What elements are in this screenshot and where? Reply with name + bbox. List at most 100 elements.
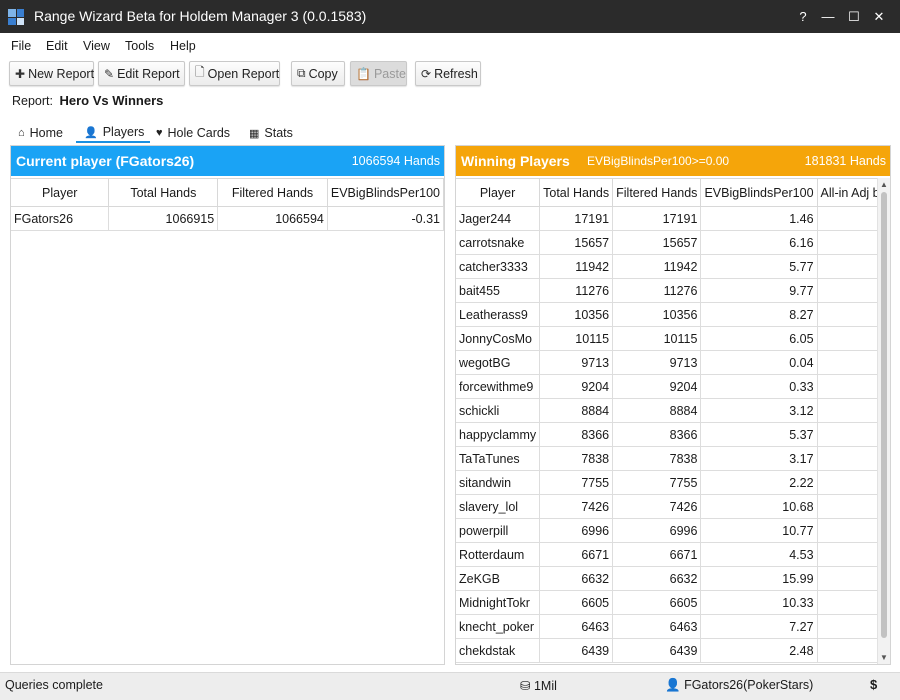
help-button[interactable]: ? bbox=[790, 0, 816, 33]
column-header[interactable]: Player bbox=[456, 178, 541, 207]
stat-cell: 7755 bbox=[539, 470, 614, 495]
stat-cell: 10356 bbox=[539, 302, 614, 327]
stat-cell: 4.53 bbox=[700, 542, 818, 567]
table-row[interactable]: JonnyCosMo10115101156.056.05 bbox=[456, 326, 890, 351]
minimize-button[interactable]: — bbox=[815, 0, 841, 33]
player-name-cell: Leatherass9 bbox=[456, 302, 541, 327]
tab-stats[interactable]: ▦ Stats bbox=[249, 123, 293, 143]
table-row[interactable]: chekdstak643964392.482.48 bbox=[456, 638, 890, 663]
stat-cell: 3.12 bbox=[700, 398, 818, 423]
table-row[interactable]: carrotsnake15657156576.166.16 bbox=[456, 230, 890, 255]
dollar-icon[interactable]: $ bbox=[870, 677, 877, 692]
player-name-cell: forcewithme9 bbox=[456, 374, 541, 399]
tab-players[interactable]: 👤 Players bbox=[76, 123, 151, 143]
edit-report-label: Edit Report bbox=[117, 66, 180, 81]
table-icon: ▦ bbox=[249, 127, 260, 140]
stat-cell: -0.31 bbox=[327, 206, 444, 231]
player-name-cell: knecht_poker bbox=[456, 614, 541, 639]
stat-cell: 7.27 bbox=[700, 614, 818, 639]
new-report-button[interactable]: ✚ New Report bbox=[9, 61, 94, 86]
table-row[interactable]: sitandwin775577552.222.22 bbox=[456, 470, 890, 495]
stat-cell: 10115 bbox=[539, 326, 614, 351]
table-row[interactable]: slavery_lol7426742610.6810.68 bbox=[456, 494, 890, 519]
stat-cell: 9204 bbox=[612, 374, 702, 399]
stat-cell: 7426 bbox=[539, 494, 614, 519]
scroll-down-icon[interactable]: ▼ bbox=[878, 653, 890, 662]
table-row[interactable]: FGators26 1066915 1066594 -0.31 bbox=[11, 206, 444, 231]
table-row[interactable]: knecht_poker646364637.277.27 bbox=[456, 614, 890, 639]
menu-bar: File Edit View Tools Help bbox=[0, 34, 900, 58]
table-row[interactable]: powerpill6996699610.7710.77 bbox=[456, 518, 890, 543]
table-row[interactable]: Leatherass910356103568.278.27 bbox=[456, 302, 890, 327]
close-button[interactable]: ✕ bbox=[866, 0, 892, 33]
table-row[interactable]: wegotBG971397130.040.04 bbox=[456, 350, 890, 375]
heart-icon: ♥ bbox=[156, 127, 163, 139]
report-label: Report: bbox=[12, 94, 53, 108]
stat-cell: 2.48 bbox=[700, 638, 818, 663]
stat-cell: 10356 bbox=[612, 302, 702, 327]
column-header[interactable]: Total Hands bbox=[108, 178, 219, 207]
database-name: 1Mil bbox=[533, 679, 557, 693]
active-user-status: 👤 FGators26(PokerStars) bbox=[665, 678, 813, 693]
column-header[interactable]: Filtered Hands bbox=[612, 178, 702, 207]
stat-cell: 11942 bbox=[539, 254, 614, 279]
table-row[interactable]: MidnightTokr6605660510.3310.33 bbox=[456, 590, 890, 615]
stat-cell: 6605 bbox=[612, 590, 702, 615]
column-header[interactable]: Filtered Hands bbox=[217, 178, 328, 207]
menu-help[interactable]: Help bbox=[170, 39, 196, 53]
copy-button[interactable]: ⧉ Copy bbox=[291, 61, 345, 86]
table-row[interactable]: bait45511276112769.779.77 bbox=[456, 278, 890, 303]
maximize-button[interactable]: ☐ bbox=[841, 0, 867, 33]
column-header[interactable]: EVBigBlindsPer100 bbox=[700, 178, 818, 207]
table-row[interactable]: catcher333311942119425.775.77 bbox=[456, 254, 890, 279]
copy-icon: ⧉ bbox=[297, 66, 306, 80]
stat-cell: 6463 bbox=[539, 614, 614, 639]
stat-cell: 7755 bbox=[612, 470, 702, 495]
table-row[interactable]: ZeKGB6632663215.9915.99 bbox=[456, 566, 890, 591]
table-row[interactable]: forcewithme9920492040.330.33 bbox=[456, 374, 890, 399]
table-row[interactable]: TaTaTunes783878383.173.17 bbox=[456, 446, 890, 471]
edit-report-button[interactable]: ✎ Edit Report bbox=[98, 61, 185, 86]
report-line: Report: Hero Vs Winners bbox=[12, 93, 163, 108]
column-header[interactable]: Player bbox=[11, 178, 110, 207]
table-row[interactable]: Jager24417191171911.461.46 bbox=[456, 206, 890, 231]
stat-cell: 9.77 bbox=[700, 278, 818, 303]
player-name-cell: schickli bbox=[456, 398, 541, 423]
refresh-button[interactable]: ⟳ Refresh bbox=[415, 61, 481, 86]
new-report-label: New Report bbox=[28, 66, 95, 81]
winning-players-scrollbar[interactable]: ▲ ▼ bbox=[877, 178, 890, 664]
stat-cell: 8884 bbox=[612, 398, 702, 423]
window-title: Range Wizard Beta for Holdem Manager 3 (… bbox=[34, 8, 367, 24]
paste-button[interactable]: 📋 Paste bbox=[350, 61, 407, 86]
scroll-up-icon[interactable]: ▲ bbox=[878, 180, 890, 189]
stat-cell: 6996 bbox=[539, 518, 614, 543]
tab-hole-cards[interactable]: ♥ Hole Cards bbox=[156, 123, 230, 143]
table-row[interactable]: schickli888488843.123.12 bbox=[456, 398, 890, 423]
menu-file[interactable]: File bbox=[11, 39, 31, 53]
player-name-cell: TaTaTunes bbox=[456, 446, 541, 471]
column-header[interactable]: Total Hands bbox=[539, 178, 614, 207]
stat-cell: 6996 bbox=[612, 518, 702, 543]
stat-cell: 15657 bbox=[539, 230, 614, 255]
stat-cell: 6671 bbox=[539, 542, 614, 567]
edit-icon: ✎ bbox=[104, 66, 115, 81]
scroll-thumb[interactable] bbox=[881, 192, 887, 638]
open-report-button[interactable]: 🗋 Open Report bbox=[189, 61, 280, 86]
player-name-cell: powerpill bbox=[456, 518, 541, 543]
player-name-cell: catcher3333 bbox=[456, 254, 541, 279]
stat-cell: 17191 bbox=[539, 206, 614, 231]
stat-cell: 6671 bbox=[612, 542, 702, 567]
table-row[interactable]: Rotterdaum667166714.534.53 bbox=[456, 542, 890, 567]
menu-view[interactable]: View bbox=[83, 39, 110, 53]
tab-home[interactable]: ⌂ Home bbox=[18, 123, 63, 143]
stat-cell: 9713 bbox=[539, 350, 614, 375]
table-row[interactable]: happyclammy836683665.375.37 bbox=[456, 422, 890, 447]
column-header[interactable]: EVBigBlindsPer100 bbox=[327, 178, 444, 207]
current-player-panel: Current player (FGators26) 1066594 Hands… bbox=[10, 145, 445, 665]
plus-icon: ✚ bbox=[15, 66, 26, 81]
winning-players-hand-count: 181831 Hands bbox=[804, 154, 886, 168]
menu-tools[interactable]: Tools bbox=[125, 39, 154, 53]
stat-cell: 10115 bbox=[612, 326, 702, 351]
menu-edit[interactable]: Edit bbox=[46, 39, 68, 53]
stat-cell: 7838 bbox=[539, 446, 614, 471]
